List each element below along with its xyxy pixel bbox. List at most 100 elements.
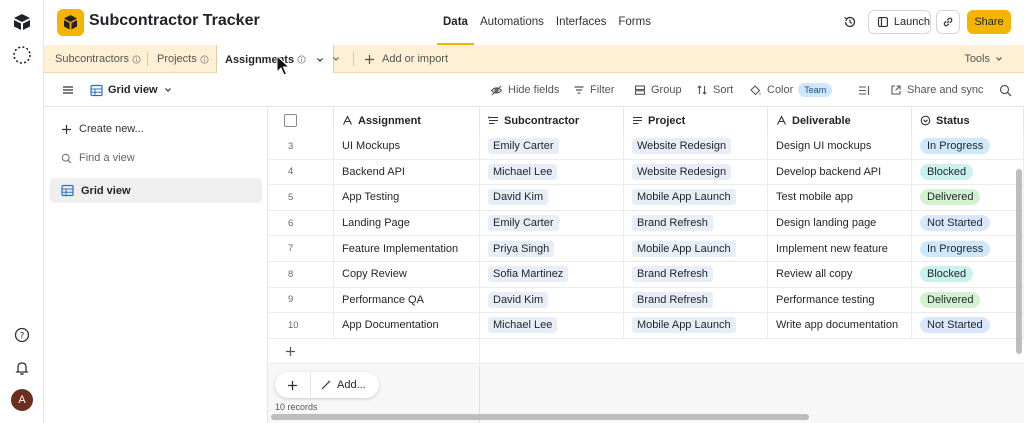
cell-deliverable[interactable]: Write app documentation — [768, 313, 912, 339]
cell-project[interactable]: Brand Refresh — [624, 262, 768, 288]
cell-assignment[interactable]: App Testing — [334, 185, 480, 211]
cell-subcontractor[interactable]: Michael Lee — [480, 159, 624, 186]
chevron-down-icon[interactable] — [233, 14, 245, 26]
linked-record-chip[interactable]: Sofia Martinez — [488, 266, 569, 283]
tools-menu[interactable]: Tools — [964, 45, 1004, 73]
cell-assignment[interactable]: Performance QA — [334, 287, 480, 314]
row-height-icon[interactable] — [858, 73, 871, 107]
cell-subcontractor[interactable]: Emily Carter — [480, 134, 624, 160]
cell-status[interactable]: In Progress — [912, 236, 1024, 262]
user-avatar[interactable]: A — [11, 389, 33, 411]
cell-assignment[interactable]: Feature Implementation — [334, 236, 480, 262]
add-or-import-button[interactable]: Add or import — [364, 45, 448, 73]
notifications-bell-icon[interactable] — [14, 360, 30, 376]
cell-subcontractor[interactable]: David Kim — [480, 185, 624, 211]
linked-record-chip[interactable]: Mobile App Launch — [632, 189, 736, 206]
add-record-button[interactable] — [275, 372, 311, 398]
tab-forms[interactable]: Forms — [612, 0, 657, 45]
column-header-assignment[interactable]: Assignment — [334, 107, 480, 135]
cell-project[interactable]: Website Redesign — [624, 134, 768, 160]
linked-record-chip[interactable]: Website Redesign — [632, 163, 732, 180]
group-button[interactable]: Group — [634, 73, 682, 107]
cell-deliverable[interactable]: Design landing page — [768, 210, 912, 237]
create-new-view-button[interactable]: Create new... — [50, 117, 262, 141]
table-row[interactable]: 10 App Documentation Michael Lee Mobile App… — [268, 313, 1024, 339]
cell-status[interactable]: Blocked — [912, 159, 1024, 186]
cell-deliverable[interactable]: Implement new feature — [768, 236, 912, 262]
table-tab-subcontractors[interactable]: Subcontractors — [55, 45, 141, 73]
sort-button[interactable]: Sort — [696, 73, 733, 107]
share-button[interactable]: Share — [967, 10, 1011, 34]
column-header-deliverable[interactable]: Deliverable — [768, 107, 912, 135]
table-row[interactable]: 4 Backend API Michael Lee Website Redesign D… — [268, 159, 1024, 186]
cell-subcontractor[interactable]: David Kim — [480, 287, 624, 314]
base-cube-icon[interactable] — [57, 9, 84, 36]
launch-button[interactable]: Launch — [868, 10, 931, 34]
table-tab-projects[interactable]: Projects — [157, 45, 209, 73]
cell-project[interactable]: Brand Refresh — [624, 210, 768, 237]
cell-project[interactable]: Mobile App Launch — [624, 185, 768, 211]
cell-assignment[interactable]: App Documentation — [334, 313, 480, 339]
column-header-status[interactable]: Status — [912, 107, 1024, 135]
linked-record-chip[interactable]: David Kim — [488, 291, 549, 308]
share-and-sync-button[interactable]: Share and sync — [890, 73, 983, 107]
hide-fields-button[interactable]: Hide fields — [490, 73, 559, 107]
cell-project[interactable]: Mobile App Launch — [624, 313, 768, 339]
cell-project[interactable]: Website Redesign — [624, 159, 768, 186]
linked-record-chip[interactable]: Mobile App Launch — [632, 317, 736, 334]
linked-record-chip[interactable]: Priya Singh — [488, 240, 555, 257]
help-icon[interactable]: ? — [14, 327, 30, 343]
linked-record-chip[interactable]: Michael Lee — [488, 163, 558, 180]
linked-record-chip[interactable]: Brand Refresh — [632, 215, 713, 232]
column-header-project[interactable]: Project — [624, 107, 768, 135]
select-all-checkbox[interactable] — [284, 114, 297, 127]
cell-deliverable[interactable]: Develop backend API — [768, 159, 912, 186]
cell-subcontractor[interactable]: Michael Lee — [480, 313, 624, 339]
horizontal-scrollbar[interactable] — [271, 414, 809, 420]
filter-button[interactable]: Filter — [573, 73, 614, 107]
linked-record-chip[interactable]: Michael Lee — [488, 317, 558, 334]
cell-subcontractor[interactable]: Emily Carter — [480, 210, 624, 237]
table-row[interactable]: 7 Feature Implementation Priya Singh Mobile… — [268, 236, 1024, 262]
tab-interfaces[interactable]: Interfaces — [550, 0, 613, 45]
cell-subcontractor[interactable]: Sofia Martinez — [480, 262, 624, 288]
cell-subcontractor[interactable]: Priya Singh — [480, 236, 624, 262]
tab-automations[interactable]: Automations — [474, 0, 550, 45]
linked-record-chip[interactable]: Mobile App Launch — [632, 240, 736, 257]
all-tables-dropdown[interactable] — [331, 45, 341, 73]
add-with-ai-button[interactable]: Add... — [311, 379, 366, 391]
table-row[interactable]: 5 App Testing David Kim Mobile App Launch Te… — [268, 185, 1024, 211]
find-view-input[interactable]: Find a view — [50, 146, 262, 170]
column-header-subcontractor[interactable]: Subcontractor — [480, 107, 624, 135]
cell-assignment[interactable]: Backend API — [334, 159, 480, 186]
linked-record-chip[interactable]: Brand Refresh — [632, 291, 713, 308]
cell-status[interactable]: Delivered — [912, 287, 1024, 314]
linked-record-chip[interactable]: Brand Refresh — [632, 266, 713, 283]
search-icon[interactable] — [999, 73, 1012, 107]
cell-status[interactable]: In Progress — [912, 134, 1024, 160]
tab-data[interactable]: Data — [437, 0, 474, 45]
add-record-row[interactable] — [268, 339, 480, 364]
linked-record-chip[interactable]: Emily Carter — [488, 215, 559, 232]
chevron-down-icon[interactable] — [315, 55, 325, 65]
cell-deliverable[interactable]: Performance testing — [768, 287, 912, 314]
cell-deliverable[interactable]: Test mobile app — [768, 185, 912, 211]
cell-deliverable[interactable]: Design UI mockups — [768, 134, 912, 160]
linked-record-chip[interactable]: David Kim — [488, 189, 549, 206]
cell-assignment[interactable]: Landing Page — [334, 210, 480, 237]
cell-assignment[interactable]: Copy Review — [334, 262, 480, 288]
cell-status[interactable]: Blocked — [912, 262, 1024, 288]
linked-record-chip[interactable]: Website Redesign — [632, 138, 732, 155]
linked-record-chip[interactable]: Emily Carter — [488, 138, 559, 155]
cell-status[interactable]: Delivered — [912, 185, 1024, 211]
airtable-logo-icon[interactable] — [11, 11, 33, 33]
table-row[interactable]: 3 UI Mockups Emily Carter Website Redesign D… — [268, 134, 1024, 160]
table-row[interactable]: 8 Copy Review Sofia Martinez Brand Refresh R… — [268, 262, 1024, 288]
workspace-spinner-icon[interactable] — [11, 44, 33, 66]
cell-project[interactable]: Brand Refresh — [624, 287, 768, 314]
view-switcher[interactable]: Grid view — [90, 73, 173, 107]
sidebar-item-grid-view[interactable]: Grid view — [50, 178, 262, 203]
cell-deliverable[interactable]: Review all copy — [768, 262, 912, 288]
cell-assignment[interactable]: UI Mockups — [334, 134, 480, 160]
table-row[interactable]: 9 Performance QA David Kim Brand Refresh Per… — [268, 287, 1024, 314]
